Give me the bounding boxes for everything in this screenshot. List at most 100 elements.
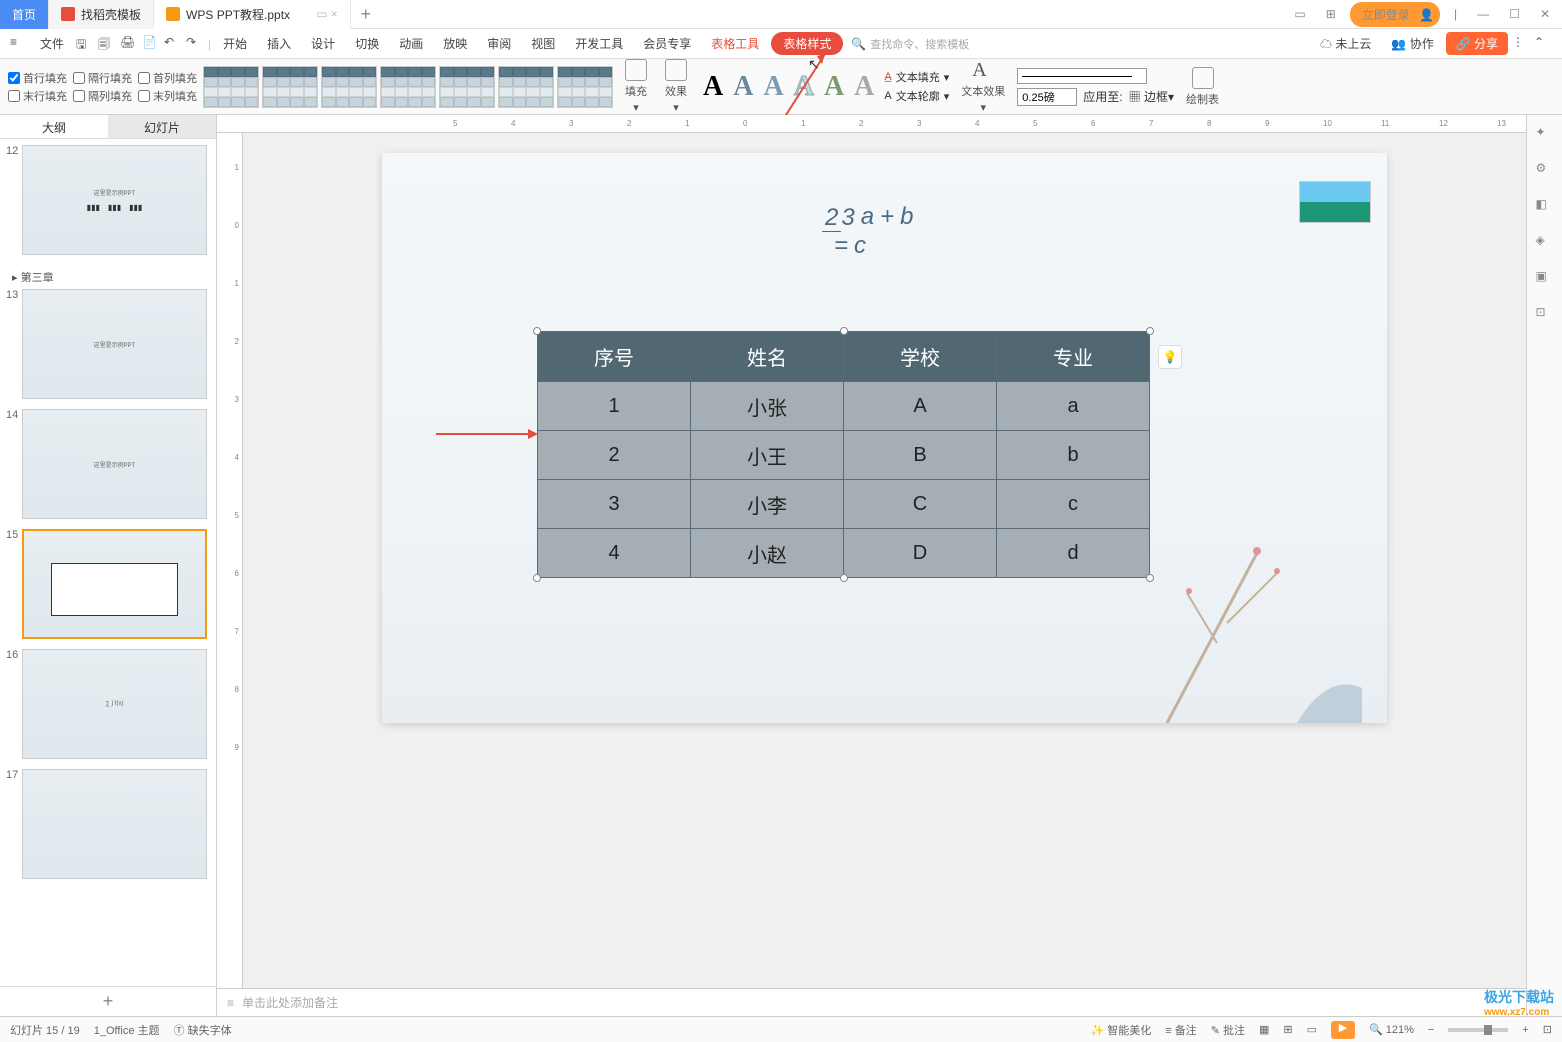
- chapter-label[interactable]: ▸ 第三章: [4, 265, 212, 289]
- table-style-thumb[interactable]: [321, 66, 377, 108]
- view-normal-icon[interactable]: ▦: [1259, 1023, 1269, 1036]
- menu-tabletools[interactable]: 表格工具: [703, 31, 767, 56]
- wordart-style-5[interactable]: A: [820, 71, 848, 103]
- smart-beautify[interactable]: ✨ 智能美化: [1090, 1022, 1151, 1038]
- minimize-button[interactable]: —: [1471, 3, 1495, 25]
- table-header[interactable]: 学校: [844, 332, 997, 382]
- chk-altcol[interactable]: 隔列填充: [73, 88, 132, 104]
- menu-animation[interactable]: 动画: [391, 31, 431, 56]
- wordart-style-2[interactable]: A: [729, 71, 757, 103]
- text-effect-button[interactable]: A文本效果▾: [955, 59, 1011, 114]
- login-button[interactable]: 立即登录 👤: [1350, 2, 1440, 27]
- resource-icon[interactable]: ▣: [1536, 269, 1554, 287]
- data-table[interactable]: 序号姓名学校专业 1小张Aa2小王Bb3小李Cc4小赵Dd: [537, 331, 1150, 578]
- share-button[interactable]: 🔗 分享: [1446, 32, 1508, 55]
- effect-button[interactable]: 效果▾: [659, 59, 693, 114]
- missing-font[interactable]: Ⓣ 缺失字体: [174, 1022, 232, 1038]
- thumbnail-list[interactable]: 12这里是示例PPT▮▮▮▮▮▮▮▮▮ ▸ 第三章 13这里是示例PPT 14这…: [0, 139, 216, 986]
- command-search[interactable]: 🔍 查找命令、搜索模板: [851, 36, 1001, 52]
- table-cell[interactable]: B: [844, 431, 997, 480]
- table-wrap[interactable]: 💡 序号姓名学校专业 1小张Aa2小王Bb3小李Cc4小赵Dd: [537, 331, 1150, 578]
- vertical-ruler[interactable]: 10123456789: [217, 133, 243, 988]
- chk-firstrow[interactable]: 首行填充: [8, 70, 67, 86]
- table-style-gallery[interactable]: [203, 66, 613, 108]
- tab-slides[interactable]: 幻灯片: [108, 115, 216, 138]
- thumb-14[interactable]: 14这里是示例PPT: [4, 409, 212, 519]
- table-row[interactable]: 3小李Cc: [538, 480, 1150, 529]
- table-cell[interactable]: A: [844, 382, 997, 431]
- tab-outline[interactable]: 大纲: [0, 115, 108, 138]
- chk-lastrow[interactable]: 末行填充: [8, 88, 67, 104]
- fill-button[interactable]: 填充▾: [619, 59, 653, 114]
- theme-label[interactable]: 1_Office 主题: [94, 1022, 160, 1038]
- table-row[interactable]: 4小赵Dd: [538, 529, 1150, 578]
- chk-altrow[interactable]: 隔行填充: [73, 70, 132, 86]
- redo-icon[interactable]: ↷: [186, 35, 204, 53]
- menu-tablestyle[interactable]: 表格样式: [771, 32, 843, 55]
- thumb-17[interactable]: 17: [4, 769, 212, 879]
- undo-icon[interactable]: ↶: [164, 35, 182, 53]
- formula[interactable]: 23 a + b = c: [822, 203, 913, 260]
- print-icon[interactable]: 🖨: [120, 35, 138, 53]
- collapse-ribbon-icon[interactable]: ⌃: [1534, 35, 1552, 53]
- table-cell[interactable]: 1: [538, 382, 691, 431]
- table-style-thumb[interactable]: [439, 66, 495, 108]
- table-style-thumb[interactable]: [262, 66, 318, 108]
- table-cell[interactable]: 小赵: [691, 529, 844, 578]
- wordart-style-3[interactable]: A: [759, 71, 787, 103]
- table-cell[interactable]: 小张: [691, 382, 844, 431]
- table-cell[interactable]: 3: [538, 480, 691, 529]
- slide-viewport[interactable]: 23 a + b = c 💡 序号姓名学校专业 1小张Aa2小王Bb3小李Cc4…: [243, 133, 1526, 988]
- slide-image[interactable]: [1299, 181, 1371, 223]
- tab-home[interactable]: 首页: [0, 0, 49, 29]
- more-panel-icon[interactable]: ⊡: [1536, 305, 1554, 323]
- maximize-button[interactable]: ☐: [1503, 3, 1526, 25]
- menu-start[interactable]: 开始: [215, 31, 255, 56]
- zoom-out-button[interactable]: −: [1428, 1024, 1434, 1036]
- table-row[interactable]: 2小王Bb: [538, 431, 1150, 480]
- table-row[interactable]: 1小张Aa: [538, 382, 1150, 431]
- tab-menu-icon[interactable]: ▭ ×: [316, 7, 338, 21]
- table-cell[interactable]: C: [844, 480, 997, 529]
- preview-icon[interactable]: 📄: [142, 35, 160, 53]
- menu-transition[interactable]: 切换: [347, 31, 387, 56]
- style-icon[interactable]: ◧: [1536, 197, 1554, 215]
- menu-review[interactable]: 审阅: [479, 31, 519, 56]
- slide-counter[interactable]: 幻灯片 15 / 19: [10, 1022, 80, 1038]
- wordart-style-1[interactable]: A: [699, 71, 727, 103]
- table-style-thumb[interactable]: [557, 66, 613, 108]
- tab-file[interactable]: WPS PPT教程.pptx▭ ×: [154, 0, 351, 29]
- menu-member[interactable]: 会员专享: [635, 31, 699, 56]
- table-cell[interactable]: 小李: [691, 480, 844, 529]
- settings-icon[interactable]: ⚙: [1536, 161, 1554, 179]
- zoom-in-button[interactable]: +: [1522, 1024, 1528, 1036]
- table-cell[interactable]: 小王: [691, 431, 844, 480]
- menu-slideshow[interactable]: 放映: [435, 31, 475, 56]
- thumb-12[interactable]: 12这里是示例PPT▮▮▮▮▮▮▮▮▮: [4, 145, 212, 255]
- layout-icon[interactable]: ▭: [1288, 3, 1311, 25]
- wordart-style-4[interactable]: A: [790, 71, 818, 103]
- chk-lastcol[interactable]: 末列填充: [138, 88, 197, 104]
- interact-icon[interactable]: ◈: [1536, 233, 1554, 251]
- new-tab-button[interactable]: +: [351, 4, 381, 25]
- fit-button[interactable]: ⊡: [1543, 1023, 1552, 1036]
- close-button[interactable]: ✕: [1534, 3, 1556, 25]
- saveas-icon[interactable]: 🗐: [98, 35, 116, 53]
- table-header[interactable]: 专业: [997, 332, 1150, 382]
- table-cell[interactable]: a: [997, 382, 1150, 431]
- grid-icon[interactable]: ⊞: [1320, 3, 1342, 25]
- menu-design[interactable]: 设计: [303, 31, 343, 56]
- menu-insert[interactable]: 插入: [259, 31, 299, 56]
- table-cell[interactable]: D: [844, 529, 997, 578]
- add-slide-button[interactable]: +: [0, 986, 216, 1016]
- thumb-13[interactable]: 13这里是示例PPT: [4, 289, 212, 399]
- wordart-style-6[interactable]: A: [850, 71, 878, 103]
- text-outline-button[interactable]: A 文本轮廓 ▾: [884, 88, 949, 104]
- smart-tag-icon[interactable]: 💡: [1158, 345, 1182, 369]
- menu-view[interactable]: 视图: [523, 31, 563, 56]
- chk-firstcol[interactable]: 首列填充: [138, 70, 197, 86]
- menu-file[interactable]: 文件: [32, 31, 72, 56]
- table-header[interactable]: 姓名: [691, 332, 844, 382]
- view-sorter-icon[interactable]: ⊞: [1283, 1023, 1292, 1036]
- table-header[interactable]: 序号: [538, 332, 691, 382]
